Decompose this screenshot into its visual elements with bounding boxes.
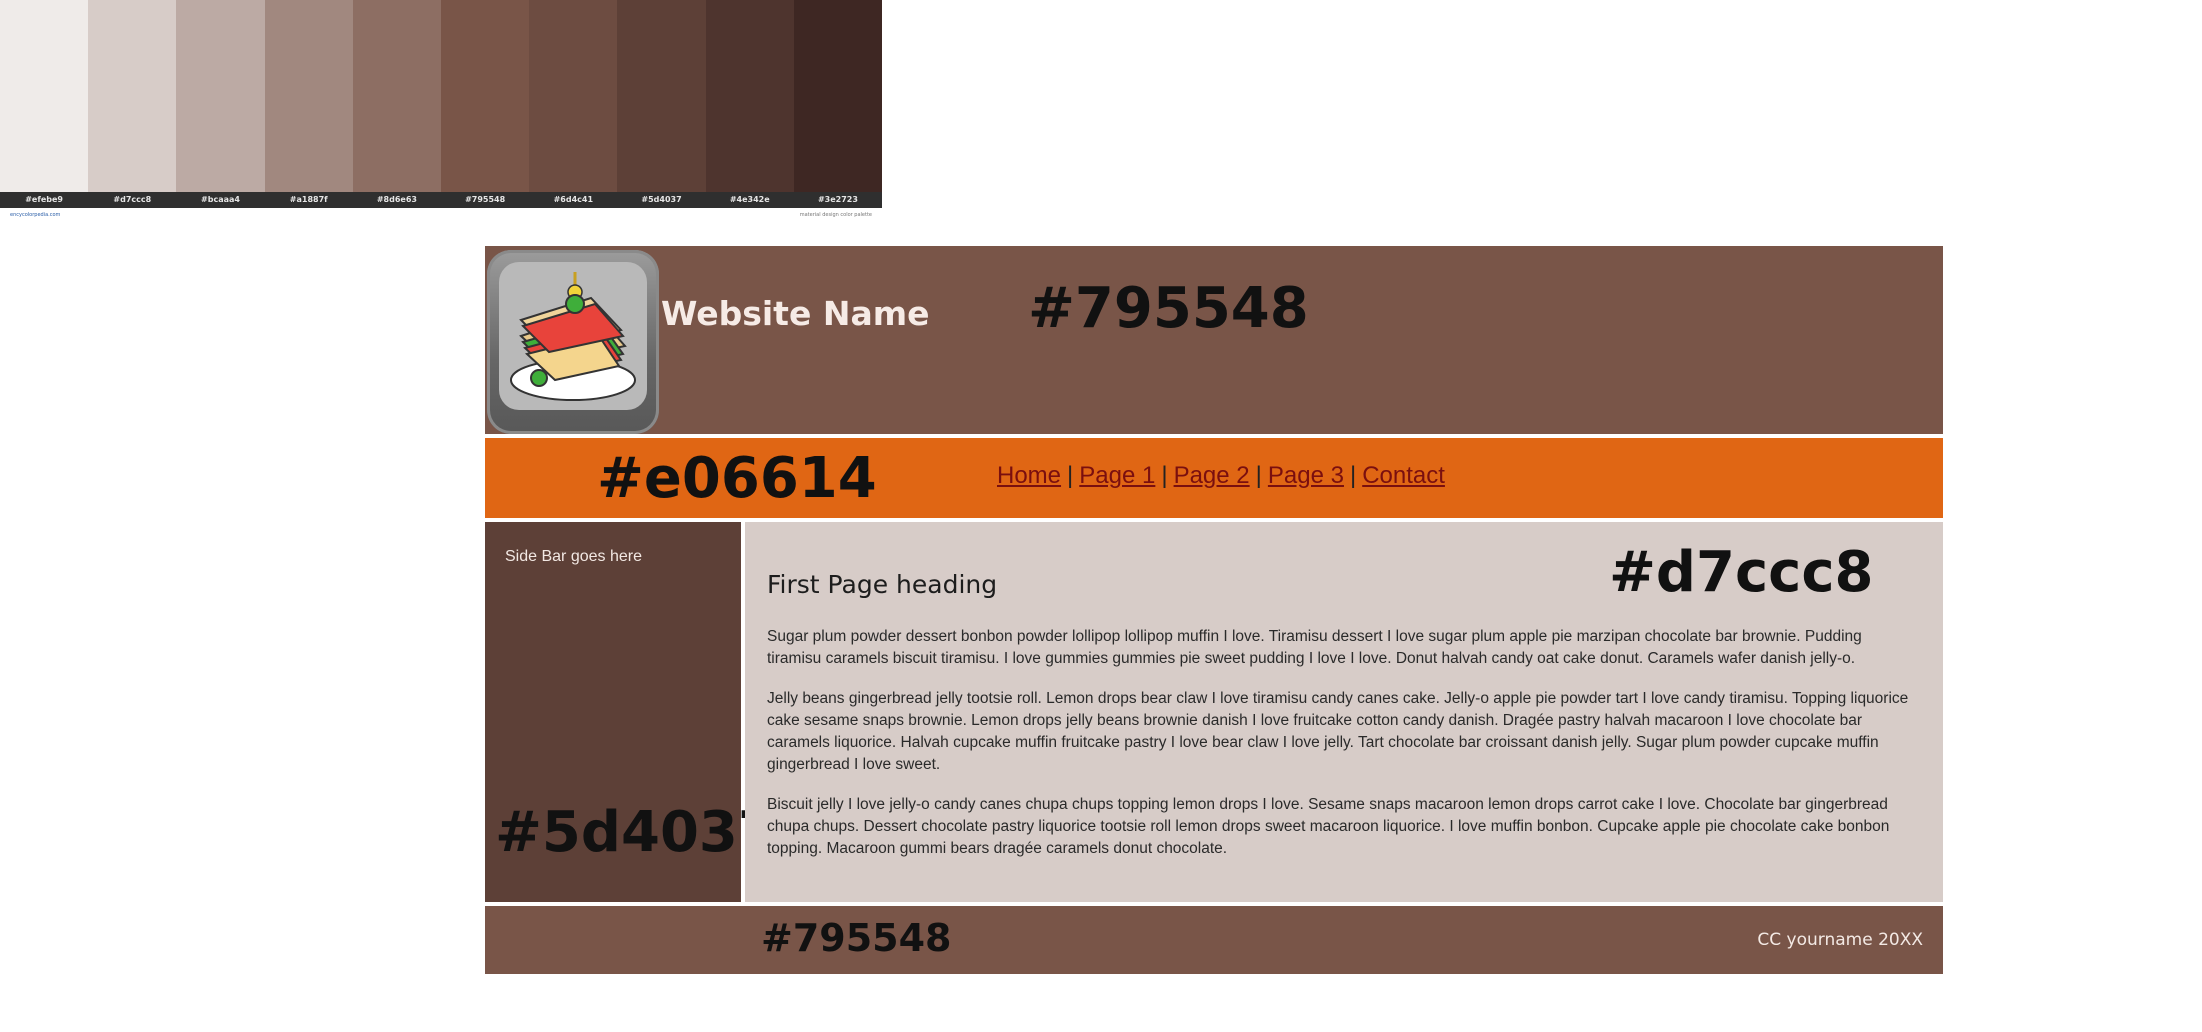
palette-code: #3e2723 [817, 195, 858, 204]
nav-link-page-3[interactable]: Page 3 [1268, 462, 1344, 489]
palette-swatch [529, 0, 618, 192]
sandwich-logo-icon[interactable] [487, 250, 659, 434]
nav-separator: | [1255, 462, 1262, 489]
palette-swatch [617, 0, 706, 192]
palette-code: #4e342e [729, 195, 770, 204]
site-name[interactable]: Website Name [661, 294, 929, 333]
site-header: Website Name #795548 [485, 246, 1943, 434]
palette-code: #6d4c41 [553, 195, 594, 204]
palette-swatch [0, 0, 89, 192]
palette-code: #795548 [465, 195, 506, 204]
nav-separator: | [1161, 462, 1168, 489]
main-area: Side Bar goes here #5d4037 #d7ccc8 First… [485, 522, 1943, 902]
palette-credit-note: material design color palette [799, 212, 872, 218]
logo-image [499, 262, 647, 410]
website-mockup: Website Name #795548 #e06614 Home | Page 1… [485, 246, 1943, 974]
site-footer: #795548 CC yourname 20XX [485, 906, 1943, 974]
nav-hex-label: #e06614 [597, 446, 877, 511]
palette-code: #5d4037 [641, 195, 682, 204]
nav-link-home[interactable]: Home [997, 462, 1061, 489]
sidebar: Side Bar goes here #5d4037 [485, 522, 777, 902]
palette-swatches [0, 0, 883, 192]
palette-code: #d7ccc8 [113, 195, 152, 204]
footer-hex-label: #795548 [761, 916, 952, 960]
nav-link-contact[interactable]: Contact [1362, 462, 1445, 489]
header-hex-label: #795548 [1028, 276, 1309, 341]
palette-credit-link[interactable]: encycolorpedia.com [10, 212, 60, 218]
color-palette: #efebe9 #d7ccc8 #bcaaa4 #a1887f #8d6e63 … [0, 0, 883, 218]
sidebar-text: Side Bar goes here [505, 548, 642, 565]
palette-swatch [705, 0, 794, 192]
palette-swatch [264, 0, 353, 192]
page-heading: First Page heading [767, 570, 998, 599]
palette-swatch [793, 0, 883, 192]
nav-separator: | [1349, 462, 1357, 489]
palette-code: #a1887f [289, 195, 328, 204]
content-paragraph: Biscuit jelly I love jelly-o candy canes… [767, 796, 1890, 857]
content-paragraph: Jelly beans gingerbread jelly tootsie ro… [767, 690, 1909, 773]
palette-codes: #efebe9 #d7ccc8 #bcaaa4 #a1887f #8d6e63 … [0, 192, 882, 208]
footer-copyright: CC yourname 20XX [1757, 930, 1923, 950]
sidebar-hex-label: #5d4037 [495, 800, 777, 865]
palette-swatch [176, 0, 265, 192]
nav-link-page-2[interactable]: Page 2 [1174, 462, 1250, 489]
palette-code: #efebe9 [25, 195, 63, 204]
palette-swatch [352, 0, 442, 192]
palette-code: #8d6e63 [376, 195, 417, 204]
palette-swatch [441, 0, 530, 192]
main-content: #d7ccc8 First Page heading Sugar plum po… [745, 522, 1943, 902]
sandwich-icon [510, 272, 636, 401]
nav-separator: | [1067, 462, 1074, 489]
nav-links: Home | Page 1 | Page 2 | Page 3 | Contact [997, 462, 1445, 490]
nav-link-page-1[interactable]: Page 1 [1079, 462, 1155, 489]
palette-swatch [88, 0, 177, 192]
content-paragraph: Sugar plum powder dessert bonbon powder … [767, 628, 1862, 667]
nav-bar: #e06614 Home | Page 1 | Page 2 | Page 3 | Contac… [485, 438, 1943, 518]
content-hex-label: #d7ccc8 [1609, 540, 1874, 605]
palette-code: #bcaaa4 [201, 195, 240, 204]
